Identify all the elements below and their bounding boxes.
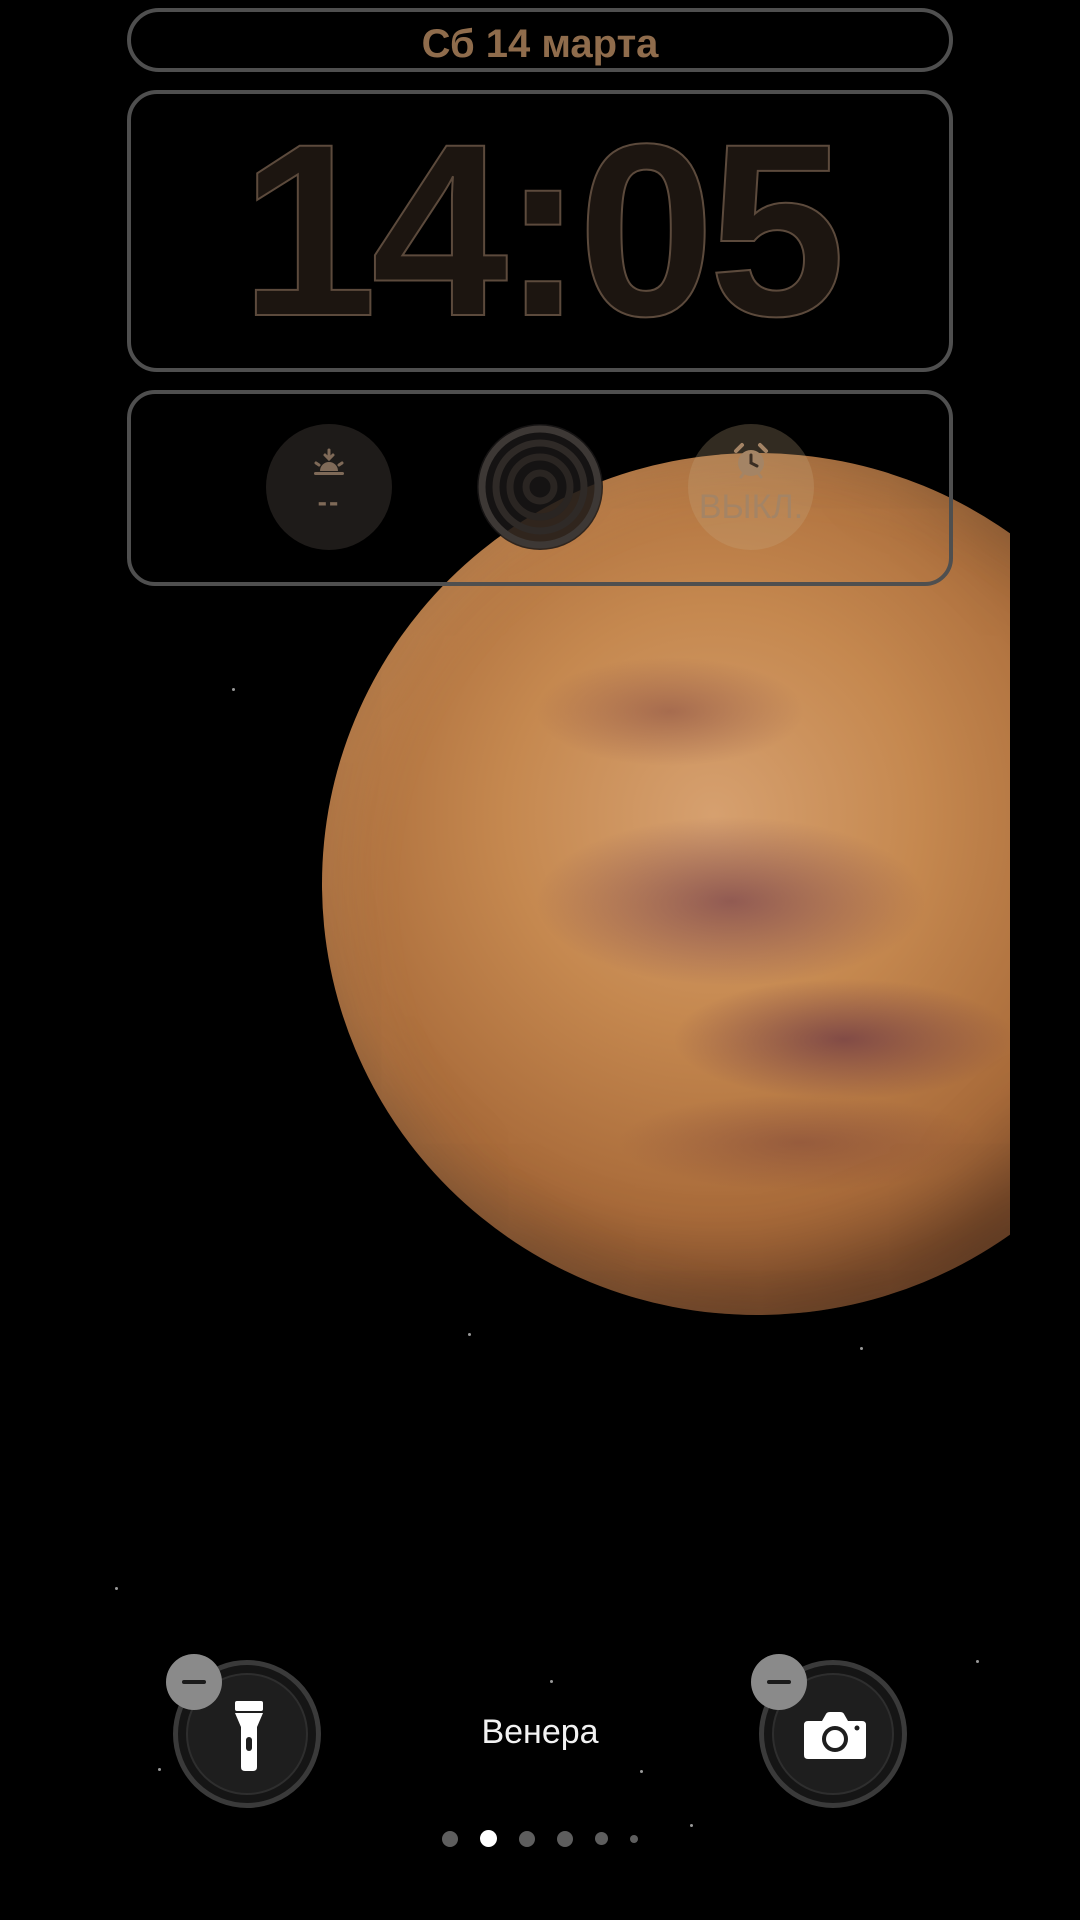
clock-widget-frame[interactable]: 14:05 [127, 90, 953, 372]
sunrise-icon [314, 448, 344, 475]
page-dot[interactable] [519, 1830, 535, 1847]
wallpaper-page-indicator[interactable] [0, 1830, 1080, 1847]
focus-widget[interactable] [477, 424, 603, 550]
alarm-widget[interactable]: ВЫКЛ. [688, 424, 814, 550]
wallpaper-name[interactable]: Венера [0, 1713, 1080, 1752]
page-dot[interactable] [595, 1832, 608, 1845]
sunrise-value: -- [317, 486, 341, 517]
page-dot-active[interactable] [480, 1830, 497, 1847]
date-label: Сб 14 марта [421, 22, 659, 66]
alarm-clock-icon [734, 443, 768, 479]
clock-time: 14:05 [239, 93, 846, 368]
page-dot[interactable] [557, 1830, 573, 1847]
page-dot[interactable] [442, 1830, 458, 1847]
remove-flashlight-minus-icon[interactable] [166, 1654, 222, 1710]
focus-rings-icon [478, 425, 602, 549]
alarm-status: ВЫКЛ. [698, 488, 804, 526]
page-dot[interactable] [630, 1834, 638, 1843]
sunrise-widget[interactable]: -- [266, 424, 392, 550]
date-widget-frame[interactable]: Сб 14 марта [127, 8, 953, 72]
camera-icon [804, 1712, 866, 1759]
remove-camera-minus-icon[interactable] [751, 1654, 807, 1710]
lock-screen: Сб 14 марта 14:05 -- ВЫКЛ. Венера [0, 0, 1080, 1920]
